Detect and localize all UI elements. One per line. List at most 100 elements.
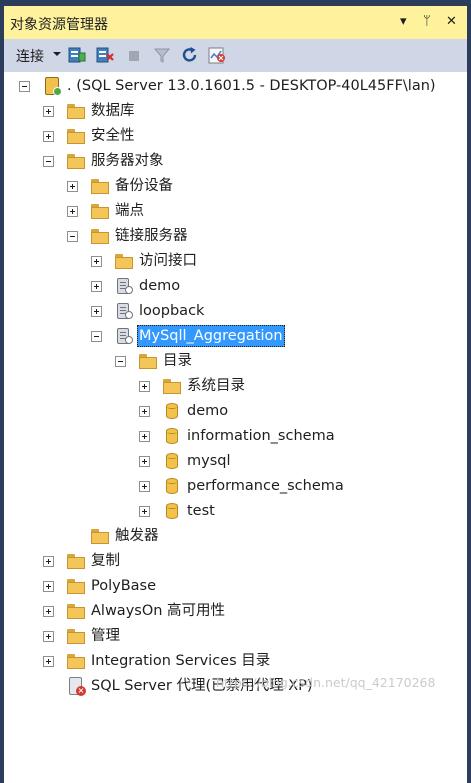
expand-icon[interactable] [43,581,54,592]
tree-node-label[interactable]: mysql [185,450,233,472]
collapse-icon[interactable] [67,231,78,242]
object-explorer-panel: 对象资源管理器 ▾ ᛘ ✕ 连接 . (SQL Server 13.0.1601… [0,0,471,783]
database-icon [162,402,182,420]
window-position-dropdown-icon[interactable]: ▾ [400,13,407,31]
connect-button[interactable]: 连接 [16,46,44,66]
expand-icon[interactable] [139,481,150,492]
linked-server-icon [114,327,134,345]
folder-icon [114,252,134,270]
tree-node-label[interactable]: 链接服务器 [113,225,190,247]
tree-node-label[interactable]: 管理 [89,625,122,647]
expand-icon[interactable] [43,631,54,642]
tree-node-label[interactable]: . (SQL Server 13.0.1601.5 - DESKTOP-40L4… [65,75,438,97]
tree-node-triggers[interactable]: 触发器 [52,525,467,550]
refresh-icon[interactable] [180,45,200,65]
tree-node-providers[interactable]: 访问接口 [76,250,467,275]
collapse-icon[interactable] [43,156,54,167]
tree-node-replication[interactable]: 复制 [28,550,467,575]
tree-node-label[interactable]: 数据库 [89,100,137,122]
folder-icon [66,102,86,120]
expand-icon[interactable] [67,206,78,217]
tree-node-server[interactable]: . (SQL Server 13.0.1601.5 - DESKTOP-40L4… [4,75,467,100]
tree-node-label[interactable]: AlwaysOn 高可用性 [89,600,227,622]
database-icon [162,427,182,445]
tree-node-label[interactable]: 系统目录 [185,375,247,397]
tree-node-label[interactable]: demo [137,275,182,297]
expand-icon[interactable] [139,406,150,417]
tree-node-label[interactable]: 备份设备 [113,175,175,197]
expand-icon[interactable] [139,456,150,467]
close-icon[interactable]: ✕ [446,13,457,31]
tree-node-databases[interactable]: 数据库 [28,100,467,125]
expand-icon[interactable] [43,106,54,117]
tree-node-label[interactable]: loopback [137,300,206,322]
connect-object-explorer-icon[interactable] [67,45,87,65]
folder-icon [66,552,86,570]
expand-icon[interactable] [43,606,54,617]
folder-icon [66,627,86,645]
folder-icon [138,352,158,370]
linked-server-icon [114,302,134,320]
folder-icon [66,152,86,170]
disconnect-icon[interactable] [95,45,115,65]
collapse-icon[interactable] [19,81,30,92]
tree-node-cat-information-schema[interactable]: information_schema [124,425,467,450]
filter-icon[interactable] [153,45,171,65]
tree-node-system-catalogs[interactable]: 系统目录 [124,375,467,400]
tree-node-polybase[interactable]: PolyBase [28,575,467,600]
collapse-icon[interactable] [115,356,126,367]
tree-node-label[interactable]: Integration Services 目录 [89,650,272,672]
tree-node-label[interactable]: performance_schema [185,475,346,497]
folder-icon [162,377,182,395]
tree-node-label[interactable]: 访问接口 [137,250,199,272]
tree-node-ls-demo[interactable]: demo [76,275,467,300]
tree-node-security[interactable]: 安全性 [28,125,467,150]
folder-icon [90,202,110,220]
tree-node-cat-test[interactable]: test [124,500,467,525]
server-icon [42,77,62,96]
folder-icon [66,127,86,145]
tree-node-alwayson[interactable]: AlwaysOn 高可用性 [28,600,467,625]
tree-node-cat-performance-schema[interactable]: performance_schema [124,475,467,500]
tree-node-server-objects[interactable]: 服务器对象 [28,150,467,175]
tree-node-label[interactable]: test [185,500,217,522]
tree-node-cat-demo[interactable]: demo [124,400,467,425]
tree-node-label[interactable]: PolyBase [89,575,158,597]
expand-icon[interactable] [91,256,102,267]
tree-node-label[interactable]: 服务器对象 [89,150,166,172]
folder-icon [90,527,110,545]
activity-monitor-icon[interactable] [206,45,228,65]
expand-icon[interactable] [91,281,102,292]
expand-icon[interactable] [43,556,54,567]
expand-icon[interactable] [43,131,54,142]
tree-node-endpoints[interactable]: 端点 [52,200,467,225]
collapse-icon[interactable] [91,331,102,342]
pin-icon[interactable]: ᛘ [423,13,431,31]
stop-icon[interactable] [126,45,142,65]
tree-node-label[interactable]: 安全性 [89,125,137,147]
tree-node-cat-mysql[interactable]: mysql [124,450,467,475]
tree-node-label[interactable]: information_schema [185,425,337,447]
tree-node-label[interactable]: 端点 [113,200,146,222]
tree-node-linked-servers[interactable]: 链接服务器 [52,225,467,250]
tree-node-management[interactable]: 管理 [28,625,467,650]
tree-node-ls-mysql[interactable]: MySqll_Aggregation [76,325,467,350]
expand-icon[interactable] [43,656,54,667]
expand-icon[interactable] [91,306,102,317]
tree-node-label[interactable]: MySqll_Aggregation [137,325,285,347]
tree-node-ls-loopback[interactable]: loopback [76,300,467,325]
connect-dropdown-icon[interactable] [53,52,61,56]
expand-icon[interactable] [139,506,150,517]
tree-node-integration-services[interactable]: Integration Services 目录 [28,650,467,675]
explorer-toolbar: 连接 [4,39,467,72]
tree-node-label[interactable]: 目录 [161,350,194,372]
database-icon [162,502,182,520]
tree-node-label[interactable]: 复制 [89,550,122,572]
tree-node-label[interactable]: demo [185,400,230,422]
tree-node-backup-devices[interactable]: 备份设备 [52,175,467,200]
expand-icon[interactable] [139,431,150,442]
expand-icon[interactable] [67,181,78,192]
tree-node-label[interactable]: 触发器 [113,525,161,547]
expand-icon[interactable] [139,381,150,392]
tree-node-catalogs[interactable]: 目录 [100,350,467,375]
